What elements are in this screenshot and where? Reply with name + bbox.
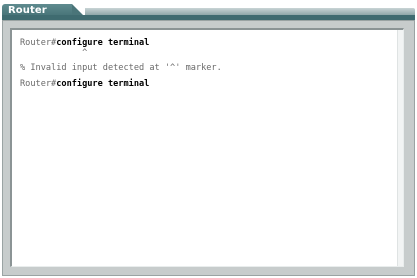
terminal-prompt: Router# xyxy=(20,38,57,48)
title-bar-decoration xyxy=(85,8,415,15)
terminal-line: % Invalid input detected at '^' marker. xyxy=(20,63,222,73)
terminal-command: configure terminal xyxy=(56,38,150,48)
terminal-prompt: Router# xyxy=(20,79,57,89)
scrollbar[interactable] xyxy=(397,30,403,266)
terminal-line: Router#configure terminal xyxy=(20,38,149,48)
terminal-output[interactable]: Router#configure terminal ^ % Invalid in… xyxy=(10,28,404,267)
router-window: Router Router#configure terminal ^ % Inv… xyxy=(0,0,417,278)
window-title: Router xyxy=(8,5,47,16)
terminal-line: Router#configure terminal xyxy=(20,79,149,89)
terminal-line: ^ xyxy=(20,48,88,58)
terminal-command: configure terminal xyxy=(56,79,150,89)
